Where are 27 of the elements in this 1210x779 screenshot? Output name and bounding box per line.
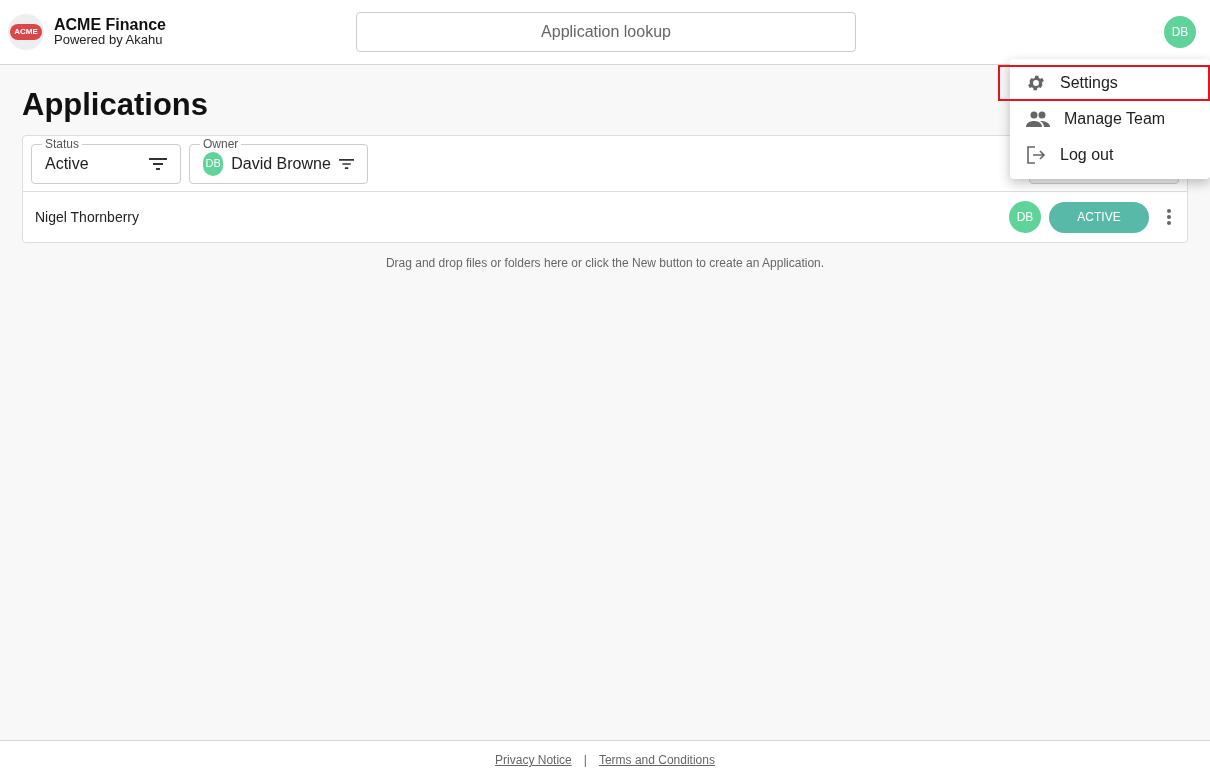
settings-icon <box>1026 73 1046 93</box>
filter-value: Active <box>45 153 90 174</box>
filter-label: Owner <box>200 136 242 151</box>
search-field[interactable]: Application lookup <box>356 12 856 52</box>
filter-icon <box>338 157 354 170</box>
status-pill: ACTIVE <box>1049 201 1149 233</box>
owner-avatar: DB <box>1009 201 1041 233</box>
menu-item[interactable]: Log out <box>1010 137 1210 173</box>
filter-label: Status <box>42 136 83 151</box>
people-icon <box>1026 111 1050 127</box>
footer-separator: | <box>583 752 587 769</box>
logout-icon <box>1026 145 1046 165</box>
menu-item[interactable]: Manage Team <box>1010 101 1210 137</box>
page-title: Applications <box>22 86 208 124</box>
owner-avatar: DB <box>203 151 224 176</box>
acme-logo: ACME <box>8 14 44 50</box>
more-icon[interactable] <box>1167 209 1171 225</box>
app-title: ACME Finance <box>54 17 166 32</box>
app-subtitle: Powered by Akahu <box>54 32 164 47</box>
applicant-name: Nigel Thornberry <box>35 207 140 227</box>
footer-link[interactable]: Privacy Notice <box>495 751 572 769</box>
application-row[interactable]: Nigel Thornberry DB ACTIVE <box>23 192 1187 242</box>
filter-icon <box>149 157 167 170</box>
footer-link[interactable]: Terms and Conditions <box>598 751 715 769</box>
menu-item[interactable]: Settings <box>998 65 1210 101</box>
filter-value: David Browne <box>231 153 331 174</box>
drop-hint: Drag and drop files or folders here or click the New button to create an Application. <box>384 255 826 272</box>
